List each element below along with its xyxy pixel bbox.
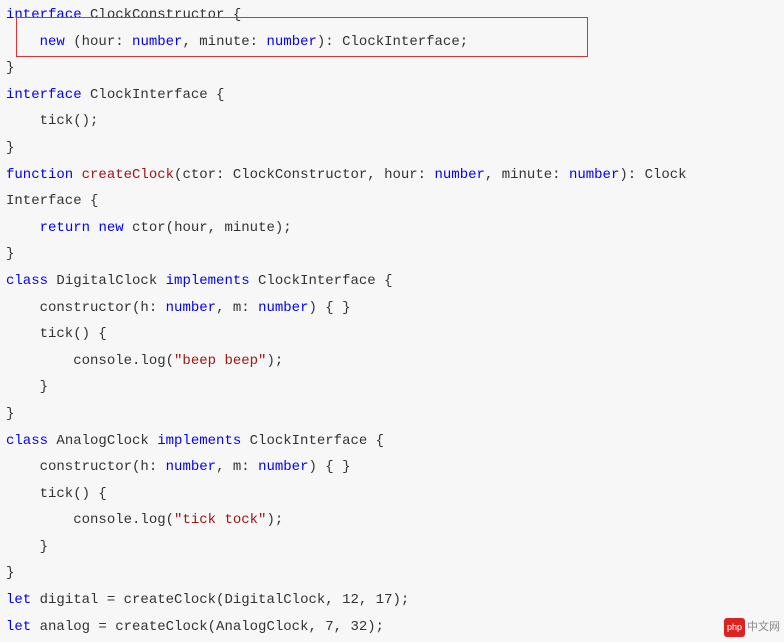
code-line: constructor(h: number, m: number) { } (6, 454, 778, 481)
type-keyword: number (166, 300, 216, 316)
code-text: ClockInterface { (241, 433, 384, 449)
type-keyword: number (258, 459, 308, 475)
code-text: ClockInterface { (82, 87, 225, 103)
string-literal: "tick tock" (174, 512, 266, 528)
code-text: ): Clock (619, 167, 686, 183)
code-line: function createClock(ctor: ClockConstruc… (6, 162, 778, 189)
code-line: } (6, 241, 778, 268)
code-text: ); (266, 512, 283, 528)
code-line: class DigitalClock implements ClockInter… (6, 268, 778, 295)
code-line: interface ClockInterface { (6, 82, 778, 109)
code-text: ctor(hour, minute); (124, 220, 292, 236)
code-text: , m: (216, 459, 258, 475)
code-text: DigitalClock (48, 273, 166, 289)
type-keyword: number (569, 167, 619, 183)
code-text: constructor(h: (6, 300, 166, 316)
code-text: digital = createClock(DigitalClock, 12, … (31, 592, 409, 608)
code-line: console.log("tick tock"); (6, 507, 778, 534)
type-keyword: number (258, 300, 308, 316)
watermark: php中文网 (724, 617, 780, 638)
type-keyword: number (266, 34, 316, 50)
code-text: ClockConstructor { (82, 7, 242, 23)
keyword: let (6, 619, 31, 635)
watermark-logo-icon: php (724, 618, 745, 637)
code-text: (hour: (65, 34, 132, 50)
code-line: tick() { (6, 321, 778, 348)
keyword: new (40, 34, 65, 50)
code-line: } (6, 401, 778, 428)
code-text (73, 167, 81, 183)
code-text: ) { } (309, 459, 351, 475)
code-line: return new ctor(hour, minute); (6, 215, 778, 242)
type-keyword: number (166, 459, 216, 475)
type-keyword: number (132, 34, 182, 50)
keyword: interface (6, 7, 82, 23)
code-text: , minute: (182, 34, 266, 50)
code-block: interface ClockConstructor { new (hour: … (0, 0, 784, 642)
keyword: class (6, 433, 48, 449)
code-line: constructor(h: number, m: number) { } (6, 295, 778, 322)
string-literal: "beep beep" (174, 353, 266, 369)
keyword: new (98, 220, 123, 236)
code-line: let analog = createClock(AnalogClock, 7,… (6, 614, 778, 641)
indent (6, 34, 40, 50)
keyword: interface (6, 87, 82, 103)
code-line: Interface { (6, 188, 778, 215)
watermark-text: 中文网 (747, 621, 780, 633)
code-text: ): ClockInterface; (317, 34, 468, 50)
function-name: createClock (82, 167, 174, 183)
code-text: , minute: (485, 167, 569, 183)
code-text: ) { } (309, 300, 351, 316)
code-line: let digital = createClock(DigitalClock, … (6, 587, 778, 614)
keyword: return (40, 220, 90, 236)
code-text: console.log( (6, 353, 174, 369)
keyword: implements (166, 273, 250, 289)
code-line: tick(); (6, 108, 778, 135)
code-line: console.log("beep beep"); (6, 348, 778, 375)
code-text: , m: (216, 300, 258, 316)
code-line: tick() { (6, 481, 778, 508)
code-text: AnalogClock (48, 433, 157, 449)
indent (6, 220, 40, 236)
code-text: ); (266, 353, 283, 369)
code-line: } (6, 374, 778, 401)
code-text: console.log( (6, 512, 174, 528)
code-text: (ctor: ClockConstructor, hour: (174, 167, 434, 183)
code-text: analog = createClock(AnalogClock, 7, 32)… (31, 619, 384, 635)
code-line: new (hour: number, minute: number): Cloc… (6, 29, 778, 56)
code-line: } (6, 560, 778, 587)
keyword: function (6, 167, 73, 183)
code-line: class AnalogClock implements ClockInterf… (6, 428, 778, 455)
code-text: constructor(h: (6, 459, 166, 475)
code-line: } (6, 135, 778, 162)
code-line: } (6, 534, 778, 561)
code-line: } (6, 55, 778, 82)
code-text: ClockInterface { (250, 273, 393, 289)
code-line: interface ClockConstructor { (6, 2, 778, 29)
type-keyword: number (435, 167, 485, 183)
keyword: class (6, 273, 48, 289)
keyword: let (6, 592, 31, 608)
keyword: implements (157, 433, 241, 449)
